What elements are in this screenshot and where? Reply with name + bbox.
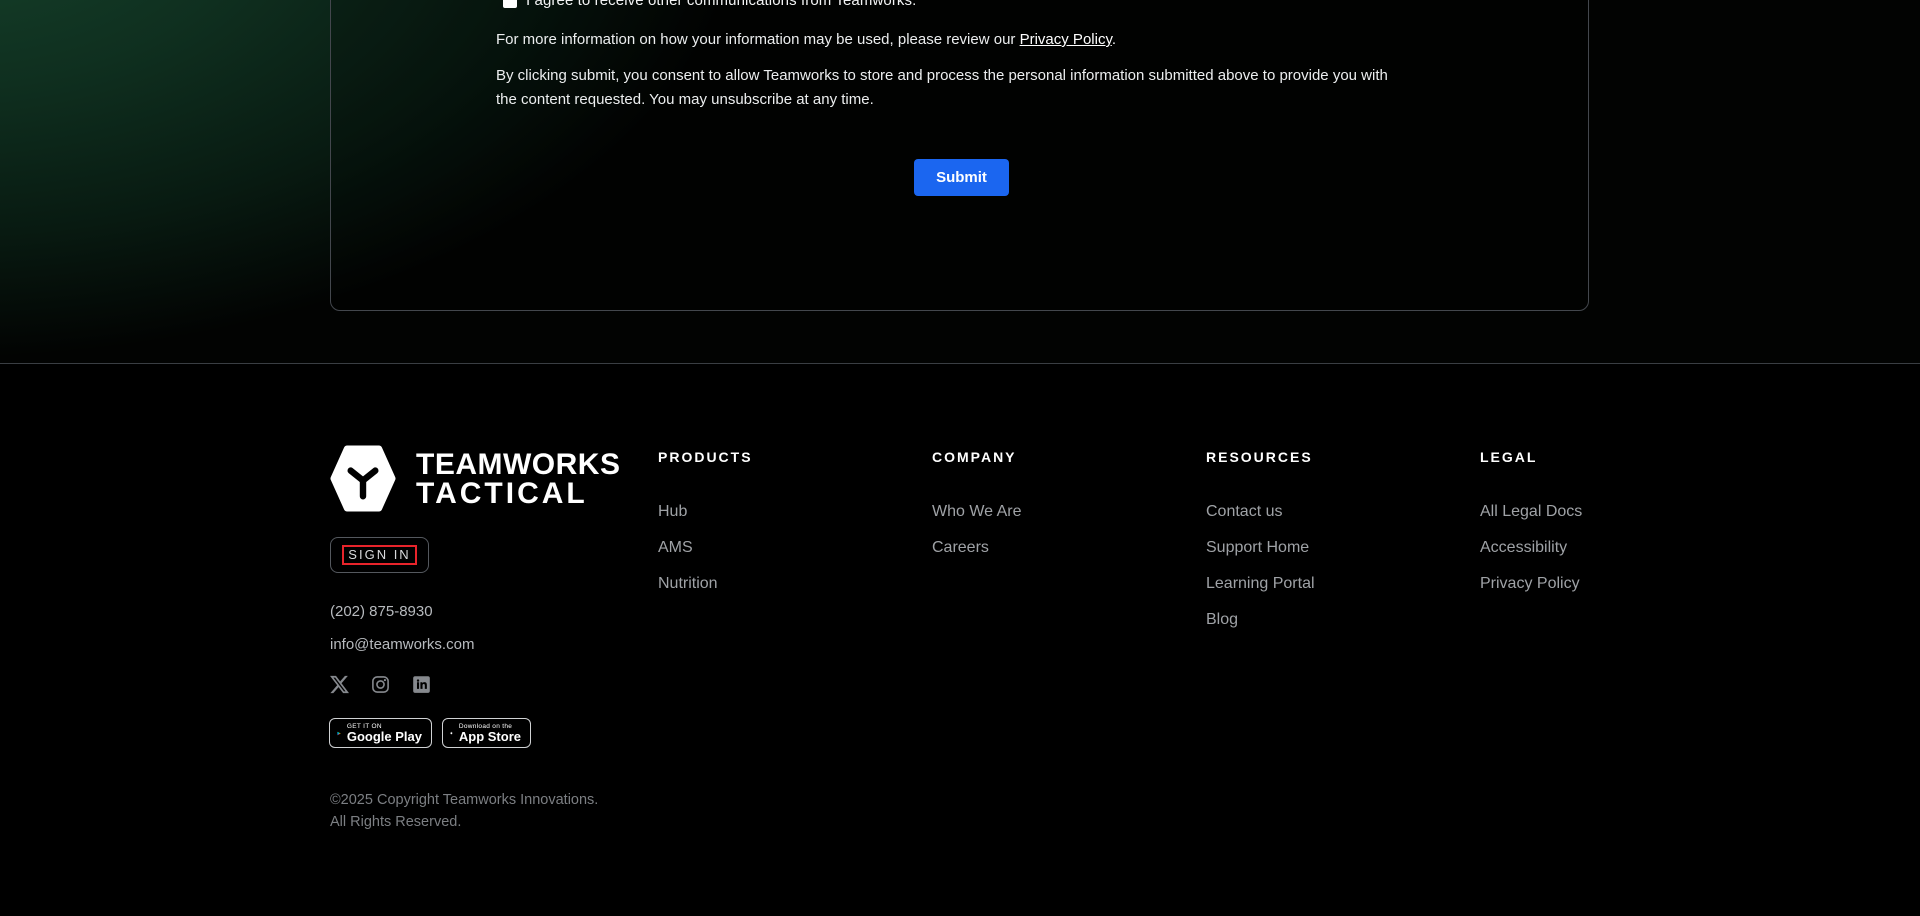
footer-link-who-we-are[interactable]: Who We Are bbox=[932, 502, 1152, 521]
communications-consent-row: I agree to receive other communications … bbox=[503, 0, 923, 9]
brand-line2: TACTICAL bbox=[416, 477, 588, 510]
sign-in-button[interactable]: SIGN IN bbox=[330, 537, 429, 573]
app-badges: GET IT ON Google Play Download on the Ap… bbox=[329, 718, 531, 748]
footer-column-title: COMPANY bbox=[932, 449, 1017, 465]
app-store-text: Download on the App Store bbox=[459, 723, 521, 744]
linkedin-icon[interactable] bbox=[412, 675, 431, 694]
footer-column-title: LEGAL bbox=[1480, 449, 1538, 465]
footer-link-support-home[interactable]: Support Home bbox=[1206, 538, 1426, 557]
footer-link-privacy-policy[interactable]: Privacy Policy bbox=[1480, 574, 1700, 593]
privacy-note: For more information on how your informa… bbox=[496, 28, 1116, 52]
page: I agree to receive other communications … bbox=[0, 0, 1920, 916]
footer-link-all-legal-docs[interactable]: All Legal Docs bbox=[1480, 502, 1700, 521]
copyright-line1: ©2025 Copyright Teamworks Innovations. bbox=[330, 792, 599, 808]
submit-button[interactable]: Submit bbox=[914, 159, 1009, 196]
instagram-icon[interactable] bbox=[371, 675, 390, 694]
app-store-badge[interactable]: Download on the App Store bbox=[442, 718, 531, 748]
email-link[interactable]: info@teamworks.com bbox=[330, 636, 474, 653]
sign-in-label: SIGN IN bbox=[342, 545, 417, 565]
footer-link-hub[interactable]: Hub bbox=[658, 502, 878, 521]
required-asterisk: * bbox=[918, 0, 923, 6]
app-store-store-label: App Store bbox=[458, 728, 521, 744]
google-play-badge[interactable]: GET IT ON Google Play bbox=[329, 718, 432, 748]
footer-link-nutrition[interactable]: Nutrition bbox=[658, 574, 878, 593]
x-logo-icon[interactable] bbox=[330, 675, 349, 694]
footer-column-title: PRODUCTS bbox=[658, 449, 753, 465]
communications-consent-checkbox[interactable] bbox=[503, 0, 517, 8]
hero-section: I agree to receive other communications … bbox=[0, 0, 1920, 363]
google-play-store-label: Google Play bbox=[346, 728, 422, 744]
footer-column-resources: RESOURCES Contact us Support Home Learni… bbox=[1206, 450, 1426, 646]
contact-form-card: I agree to receive other communications … bbox=[330, 0, 1589, 311]
social-icons bbox=[330, 675, 431, 694]
footer-column-title: RESOURCES bbox=[1206, 449, 1313, 465]
consent-text: By clicking submit, you consent to allow… bbox=[496, 67, 1388, 108]
footer-column-legal: LEGAL All Legal Docs Accessibility Priva… bbox=[1480, 450, 1700, 610]
footer-link-ams[interactable]: AMS bbox=[658, 538, 878, 557]
phone-link[interactable]: (202) 875-8930 bbox=[330, 603, 433, 620]
footer-link-blog[interactable]: Blog bbox=[1206, 610, 1426, 629]
footer-link-careers[interactable]: Careers bbox=[932, 538, 1152, 557]
footer-column-company: COMPANY Who We Are Careers bbox=[932, 450, 1152, 574]
brand-line1: TEAMWORKS bbox=[416, 448, 621, 481]
footer: TEAMWORKS TACTICAL SIGN IN (202) 875-893… bbox=[0, 364, 1920, 916]
brand-wordmark: TEAMWORKS TACTICAL bbox=[416, 448, 621, 510]
copyright: ©2025 Copyright Teamworks Innovations. A… bbox=[330, 789, 598, 833]
privacy-note-prefix: For more information on how your informa… bbox=[496, 31, 1020, 48]
footer-column-products: PRODUCTS Hub AMS Nutrition bbox=[658, 450, 878, 610]
google-play-icon bbox=[337, 731, 341, 735]
copyright-line2: All Rights Reserved. bbox=[330, 814, 462, 830]
footer-link-learning-portal[interactable]: Learning Portal bbox=[1206, 574, 1426, 593]
footer-link-contact-us[interactable]: Contact us bbox=[1206, 502, 1426, 521]
footer-link-accessibility[interactable]: Accessibility bbox=[1480, 538, 1700, 557]
google-play-text: GET IT ON Google Play bbox=[347, 723, 422, 744]
privacy-note-suffix: . bbox=[1111, 31, 1117, 48]
privacy-policy-link[interactable]: Privacy Policy bbox=[1020, 31, 1112, 48]
teamworks-hexagon-logo[interactable] bbox=[330, 444, 396, 513]
communications-consent-label: I agree to receive other communications … bbox=[526, 0, 917, 9]
apple-icon bbox=[450, 731, 453, 735]
